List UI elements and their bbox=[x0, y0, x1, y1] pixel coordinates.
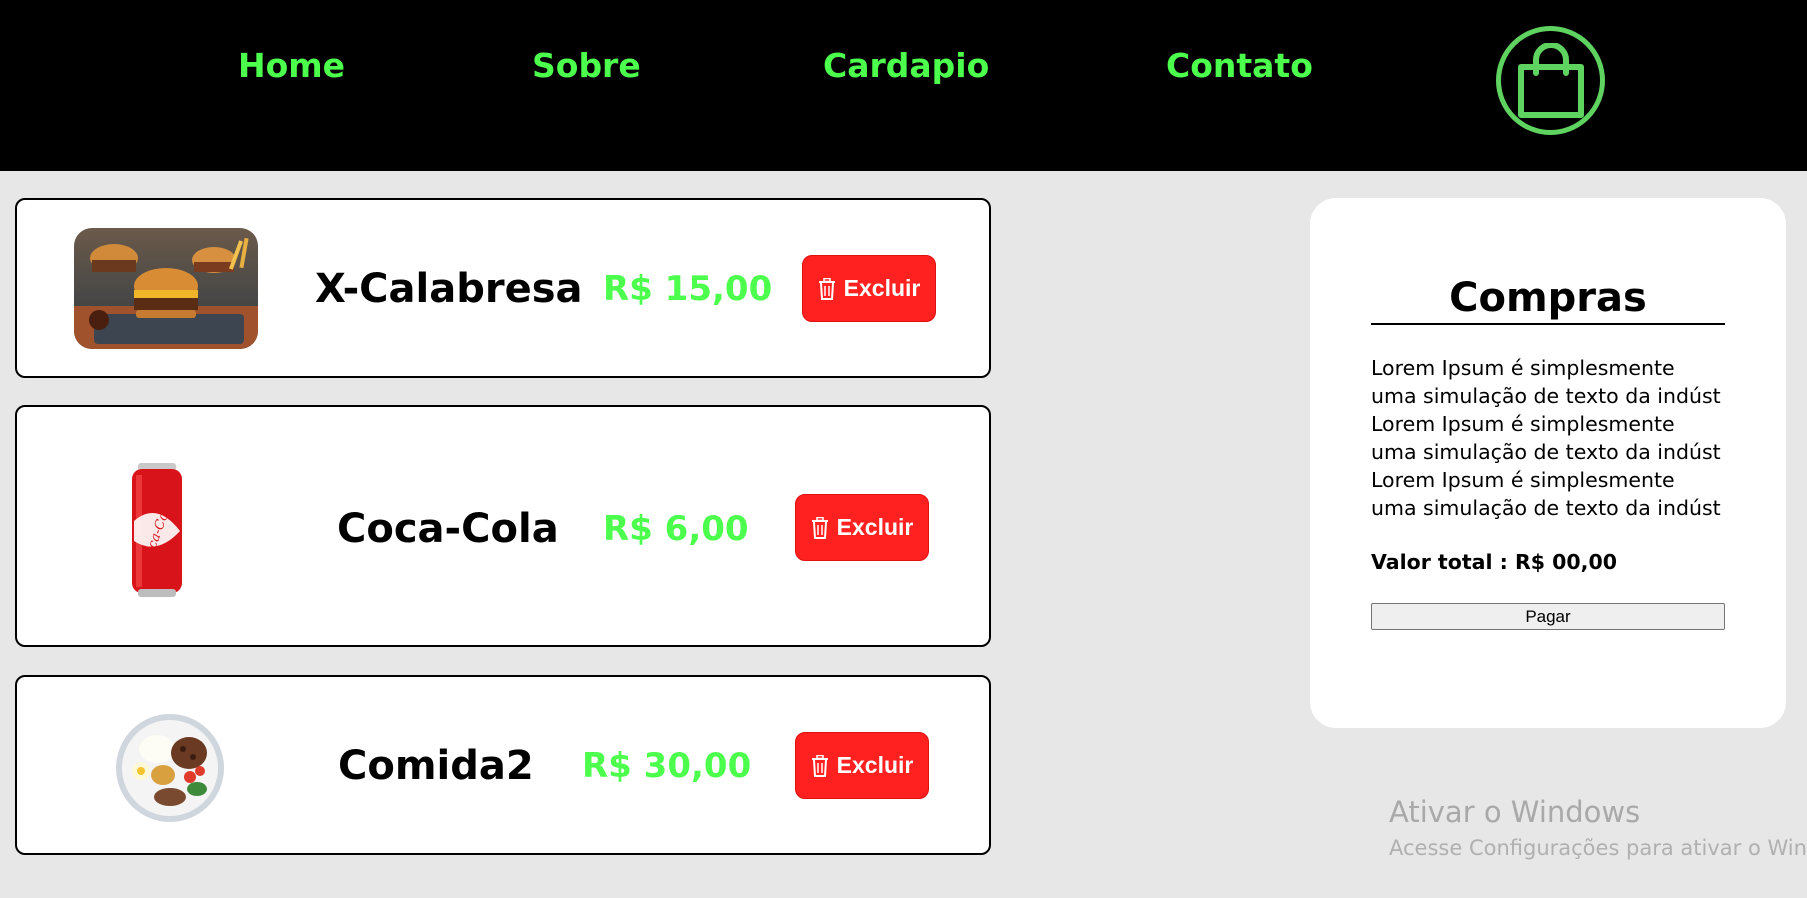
purchase-summary: Compras Lorem Ipsum é simplesmente uma s… bbox=[1310, 198, 1786, 728]
summary-title: Compras bbox=[1371, 273, 1725, 325]
delete-label: Excluir bbox=[836, 514, 914, 540]
food-plate-image bbox=[115, 713, 225, 823]
activation-watermark-subtitle: Acesse Configurações para ativar o Windo… bbox=[1389, 836, 1807, 860]
nav-sobre[interactable]: Sobre bbox=[532, 46, 641, 85]
delete-label: Excluir bbox=[836, 752, 914, 778]
pay-button[interactable]: Pagar bbox=[1371, 603, 1725, 630]
delete-button[interactable]: Excluir bbox=[795, 494, 929, 561]
item-name: Comida2 bbox=[338, 743, 534, 789]
shopping-bag-icon bbox=[1517, 42, 1584, 118]
summary-description: Lorem Ipsum é simplesmente uma simulação… bbox=[1371, 356, 1721, 520]
trash-icon bbox=[811, 754, 828, 777]
cart-button[interactable] bbox=[1496, 26, 1605, 135]
cart-item: Coca-Cola Coca-Cola R$ 6,00 Excluir bbox=[15, 405, 991, 647]
total-value: Valor total : R$ 00,00 bbox=[1371, 550, 1617, 574]
nav-contato[interactable]: Contato bbox=[1166, 46, 1313, 85]
cart-item: X-Calabresa R$ 15,00 Excluir bbox=[15, 198, 991, 378]
nav-home[interactable]: Home bbox=[238, 46, 345, 85]
item-name: X-Calabresa bbox=[315, 266, 583, 312]
top-navbar: Home Sobre Cardapio Contato bbox=[0, 0, 1807, 171]
delete-button[interactable]: Excluir bbox=[795, 732, 929, 799]
item-price: R$ 30,00 bbox=[582, 746, 752, 786]
cart-item: Comida2 R$ 30,00 Excluir bbox=[15, 675, 991, 855]
item-price: R$ 15,00 bbox=[603, 269, 773, 309]
trash-icon bbox=[818, 277, 835, 300]
coca-cola-can-image: Coca-Cola bbox=[122, 461, 192, 601]
trash-icon bbox=[811, 516, 828, 539]
item-price: R$ 6,00 bbox=[603, 509, 749, 549]
activation-watermark-title: Ativar o Windows bbox=[1389, 795, 1641, 829]
nav-cardapio[interactable]: Cardapio bbox=[823, 46, 989, 85]
delete-label: Excluir bbox=[843, 275, 921, 301]
item-name: Coca-Cola bbox=[337, 506, 559, 552]
delete-button[interactable]: Excluir bbox=[802, 255, 936, 322]
burger-image bbox=[74, 228, 258, 349]
